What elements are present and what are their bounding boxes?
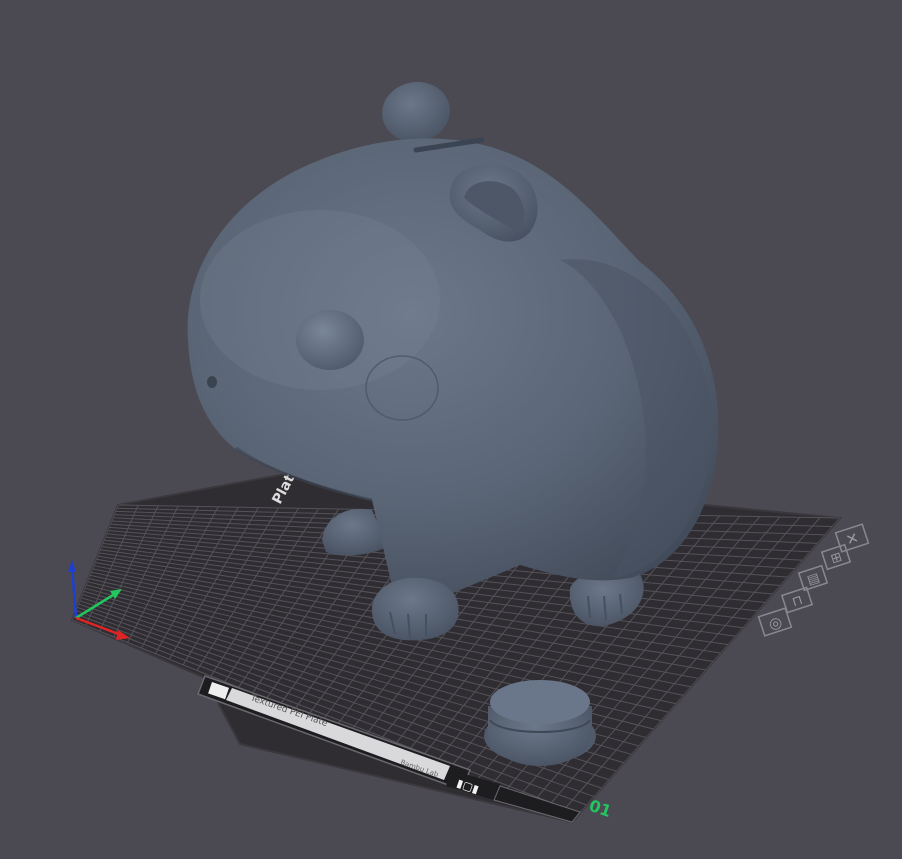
svg-text:◎: ◎ bbox=[766, 612, 784, 633]
lock-icon[interactable]: ⊓ bbox=[780, 586, 814, 614]
front-foot bbox=[372, 577, 459, 641]
plug-top bbox=[490, 680, 590, 724]
z-axis bbox=[70, 565, 78, 619]
z-axis-arrow bbox=[68, 560, 76, 572]
hamster-eye bbox=[296, 310, 364, 370]
hamster-nose bbox=[207, 376, 217, 388]
back-ear bbox=[382, 81, 450, 143]
close-icon[interactable]: ✕ bbox=[834, 523, 870, 553]
settings-icon[interactable]: ◎ bbox=[757, 607, 793, 637]
3d-viewport[interactable]: Textured PEI Plate Bambu Lab ▮▢▮ Plate 0… bbox=[0, 0, 902, 859]
plate-number[interactable]: 01 bbox=[587, 796, 614, 821]
svg-text:⊓: ⊓ bbox=[790, 593, 804, 610]
arrange-icon[interactable]: ⊞ bbox=[820, 543, 852, 571]
orient-icon[interactable]: ▤ bbox=[797, 564, 829, 592]
svg-text:✕: ✕ bbox=[844, 528, 862, 549]
plug-model[interactable] bbox=[484, 680, 596, 766]
